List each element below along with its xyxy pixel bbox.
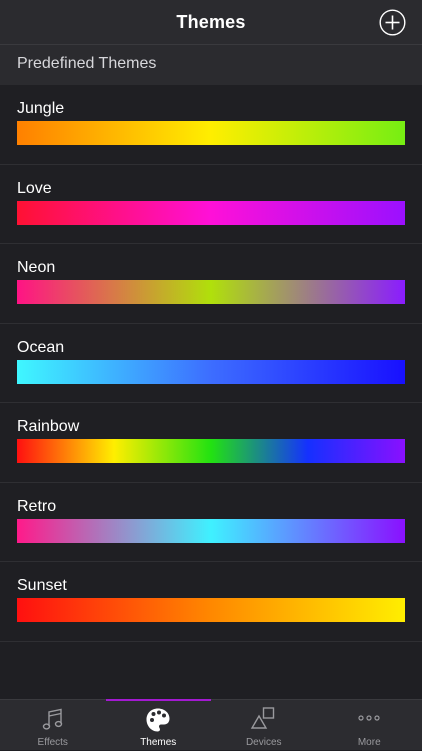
theme-gradient-bar bbox=[17, 121, 405, 145]
theme-name: Neon bbox=[17, 259, 55, 277]
tab-label: More bbox=[317, 737, 422, 748]
theme-gradient-bar bbox=[17, 598, 405, 622]
theme-name: Sunset bbox=[17, 577, 67, 595]
theme-name: Rainbow bbox=[17, 418, 79, 436]
active-tab-indicator bbox=[106, 699, 212, 701]
theme-row-retro[interactable]: Retro bbox=[0, 483, 422, 563]
theme-gradient-bar bbox=[17, 280, 405, 304]
tab-label: Effects bbox=[0, 737, 106, 748]
theme-row-sunset[interactable]: Sunset bbox=[0, 562, 422, 642]
theme-row-rainbow[interactable]: Rainbow bbox=[0, 403, 422, 483]
theme-row-love[interactable]: Love bbox=[0, 165, 422, 245]
tab-devices[interactable]: Devices bbox=[211, 700, 317, 751]
section-header-label: Predefined Themes bbox=[17, 55, 156, 73]
theme-row-ocean[interactable]: Ocean bbox=[0, 324, 422, 404]
devices-shapes-icon bbox=[250, 706, 278, 734]
theme-gradient-bar bbox=[17, 519, 405, 543]
tab-label: Devices bbox=[211, 737, 317, 748]
more-dots-icon bbox=[355, 706, 383, 734]
section-header: Predefined Themes bbox=[0, 45, 422, 85]
add-theme-button[interactable] bbox=[379, 9, 406, 36]
music-note-icon bbox=[39, 706, 67, 734]
theme-list: Jungle Love Neon Ocean Rainbow Retro Sun… bbox=[0, 85, 422, 642]
theme-name: Ocean bbox=[17, 339, 64, 357]
palette-icon bbox=[144, 706, 172, 734]
navigation-bar: Themes bbox=[0, 0, 422, 45]
theme-gradient-bar bbox=[17, 360, 405, 384]
tab-themes[interactable]: Themes bbox=[106, 700, 212, 751]
theme-gradient-bar bbox=[17, 439, 405, 463]
theme-gradient-bar bbox=[17, 201, 405, 225]
theme-row-jungle[interactable]: Jungle bbox=[0, 85, 422, 165]
theme-name: Love bbox=[17, 180, 52, 198]
tab-bar: Effects Themes Devices More bbox=[0, 699, 422, 750]
theme-row-neon[interactable]: Neon bbox=[0, 244, 422, 324]
page-title: Themes bbox=[0, 12, 422, 33]
theme-name: Retro bbox=[17, 498, 56, 516]
tab-label: Themes bbox=[106, 737, 212, 748]
tab-more[interactable]: More bbox=[317, 700, 422, 751]
theme-name: Jungle bbox=[17, 100, 64, 118]
tab-effects[interactable]: Effects bbox=[0, 700, 106, 751]
